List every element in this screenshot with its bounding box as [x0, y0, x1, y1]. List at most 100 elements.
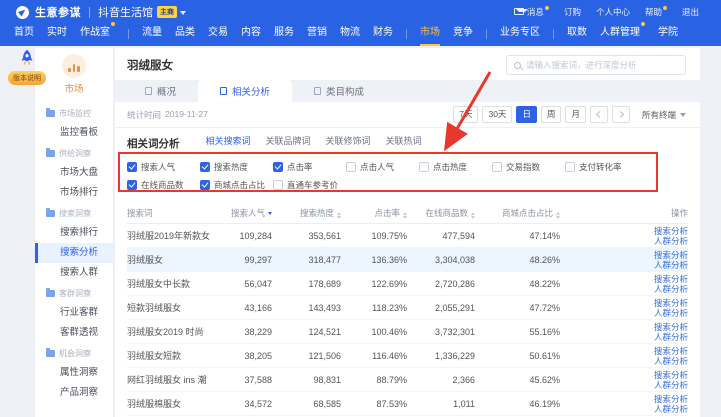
- search-analysis-link[interactable]: 搜索分析: [560, 250, 688, 260]
- search-analysis-link[interactable]: 搜索分析: [560, 346, 688, 356]
- metric-trade-index[interactable]: 交易指数: [492, 161, 565, 173]
- sidebar-item-industry-customers[interactable]: 行业客群: [35, 303, 113, 323]
- crowd-analysis-link[interactable]: 人群分析: [560, 308, 688, 318]
- table-row[interactable]: 羽绒服棉服女 34,572 68,585 87.53% 1,011 46.19%…: [127, 392, 688, 416]
- search-analysis-link[interactable]: 搜索分析: [560, 226, 688, 236]
- logout-link[interactable]: 退出: [682, 6, 699, 18]
- tab-category-composition[interactable]: 类目构成: [292, 80, 386, 102]
- table-row[interactable]: 羽绒服女2019 时尚 38,229 124,521 100.46% 3,732…: [127, 320, 688, 344]
- nav-item-home[interactable]: 首页: [14, 22, 34, 46]
- tab-brand-words[interactable]: 关联品牌词: [266, 132, 311, 154]
- granularity-day-button[interactable]: 日: [516, 106, 537, 123]
- sidebar-item-attribute-insight[interactable]: 属性洞察: [35, 363, 113, 383]
- shop-name[interactable]: 抖音生活馆: [98, 4, 153, 20]
- range-7d-button[interactable]: 7天: [453, 106, 478, 123]
- sidebar-item-market-overview[interactable]: 市场大盘: [35, 163, 113, 183]
- nav-item-market[interactable]: 市场: [420, 22, 440, 46]
- personal-center-link[interactable]: 个人中心: [596, 6, 630, 18]
- nav-item-realtime[interactable]: 实时: [47, 22, 67, 46]
- table-row[interactable]: 羽绒服女短款 38,205 121,506 116.46% 1,336,229 …: [127, 344, 688, 368]
- keyword-search-box[interactable]: [506, 55, 686, 75]
- nav-item-trade[interactable]: 交易: [208, 22, 228, 46]
- tab-hot-words[interactable]: 关联热词: [386, 132, 422, 154]
- nav-item-crowd-management[interactable]: 人群管理: [600, 22, 645, 46]
- tab-modifier-words[interactable]: 关联修饰词: [326, 132, 371, 154]
- metric-click-popularity[interactable]: 点击人气: [346, 161, 419, 173]
- next-date-button[interactable]: [612, 106, 630, 123]
- checkbox-unchecked-icon[interactable]: [346, 162, 356, 172]
- sortable-column-mall-click-share[interactable]: 商城点击占比: [475, 207, 560, 219]
- crowd-analysis-link[interactable]: 人群分析: [560, 356, 688, 366]
- metric-search-popularity[interactable]: 搜索人气: [127, 161, 200, 173]
- nav-item-service[interactable]: 服务: [274, 22, 294, 46]
- tab-related-analysis[interactable]: 相关分析: [198, 80, 292, 102]
- metric-pay-conversion[interactable]: 支付转化率: [565, 161, 638, 173]
- nav-item-business-zone[interactable]: 业务专区: [500, 22, 540, 46]
- chevron-down-icon[interactable]: [180, 11, 186, 15]
- crowd-analysis-link[interactable]: 人群分析: [560, 284, 688, 294]
- nav-item-logistics[interactable]: 物流: [340, 22, 360, 46]
- sortable-column-search-heat[interactable]: 搜索热度: [272, 207, 341, 219]
- tab-overview[interactable]: 概况: [123, 80, 198, 102]
- metric-train-ref-price[interactable]: 直通车参考价: [273, 179, 346, 191]
- checkbox-unchecked-icon[interactable]: [273, 180, 283, 190]
- search-analysis-link[interactable]: 搜索分析: [560, 370, 688, 380]
- sidebar-item-product-insight[interactable]: 产品洞察: [35, 383, 113, 403]
- metric-click-rate[interactable]: 点击率: [273, 161, 346, 173]
- search-input[interactable]: [526, 60, 678, 70]
- table-row[interactable]: 短款羽绒服女 43,166 143,493 118.23% 2,055,291 …: [127, 296, 688, 320]
- nav-item-content[interactable]: 内容: [241, 22, 261, 46]
- crowd-analysis-link[interactable]: 人群分析: [560, 380, 688, 390]
- range-30d-button[interactable]: 30天: [482, 106, 512, 123]
- checkbox-checked-icon[interactable]: [127, 162, 137, 172]
- version-note-badge[interactable]: 版本说明: [8, 71, 46, 85]
- crowd-analysis-link[interactable]: 人群分析: [560, 236, 688, 246]
- sidebar-item-search-ranking[interactable]: 搜索排行: [35, 223, 113, 243]
- tab-related-search-words[interactable]: 相关搜索词: [206, 132, 251, 154]
- granularity-week-button[interactable]: 周: [541, 106, 562, 123]
- nav-item-competition[interactable]: 竞争: [453, 22, 473, 46]
- checkbox-checked-icon[interactable]: [200, 180, 210, 190]
- search-analysis-link[interactable]: 搜索分析: [560, 394, 688, 404]
- sortable-column-online-products[interactable]: 在线商品数: [407, 207, 475, 219]
- metric-search-heat[interactable]: 搜索热度: [200, 161, 273, 173]
- help-link[interactable]: 帮助: [645, 6, 667, 18]
- search-analysis-link[interactable]: 搜索分析: [560, 298, 688, 308]
- prev-date-button[interactable]: [590, 106, 608, 123]
- metric-click-heat[interactable]: 点击热度: [419, 161, 492, 173]
- sortable-column-search-popularity[interactable]: 搜索人气: [212, 207, 272, 219]
- metric-mall-click-share[interactable]: 商城点击占比: [200, 179, 273, 191]
- checkbox-unchecked-icon[interactable]: [419, 162, 429, 172]
- checkbox-unchecked-icon[interactable]: [492, 162, 502, 172]
- crowd-analysis-link[interactable]: 人群分析: [560, 332, 688, 342]
- sidebar-item-customer-perspective[interactable]: 客群透视: [35, 323, 113, 343]
- terminal-filter-dropdown[interactable]: 所有终端: [642, 109, 686, 121]
- subscribe-link[interactable]: 订购: [564, 6, 581, 18]
- sidebar-item-monitor-board[interactable]: 监控看板: [35, 123, 113, 143]
- crowd-analysis-link[interactable]: 人群分析: [560, 404, 688, 414]
- metric-online-products[interactable]: 在线商品数: [127, 179, 200, 191]
- sortable-column-click-rate[interactable]: 点击率: [341, 207, 407, 219]
- nav-item-finance[interactable]: 财务: [373, 22, 393, 46]
- checkbox-checked-icon[interactable]: [273, 162, 283, 172]
- nav-item-marketing[interactable]: 营销: [307, 22, 327, 46]
- table-row[interactable]: 羽绒服2019年新款女 109,284 353,561 109.75% 477,…: [127, 224, 688, 248]
- search-analysis-link[interactable]: 搜索分析: [560, 322, 688, 332]
- table-row[interactable]: 羽绒服女中长款 56,047 178,689 122.69% 2,720,286…: [127, 272, 688, 296]
- checkbox-checked-icon[interactable]: [200, 162, 210, 172]
- sidebar-item-search-crowd[interactable]: 搜索人群: [35, 263, 113, 283]
- messages-link[interactable]: 消息: [514, 6, 549, 18]
- table-row[interactable]: 网红羽绒服女 ins 潮 37,588 98,831 88.79% 2,366 …: [127, 368, 688, 392]
- checkbox-unchecked-icon[interactable]: [565, 162, 575, 172]
- nav-item-academy[interactable]: 学院: [658, 22, 678, 46]
- table-row[interactable]: 羽绒服女 99,297 318,477 136.36% 3,304,038 48…: [127, 248, 688, 272]
- nav-item-data-fetch[interactable]: 取数: [567, 22, 587, 46]
- granularity-month-button[interactable]: 月: [565, 106, 586, 123]
- sidebar-item-market-ranking[interactable]: 市场排行: [35, 183, 113, 203]
- assistant-widget[interactable]: 版本说明: [8, 49, 54, 85]
- crowd-analysis-link[interactable]: 人群分析: [560, 260, 688, 270]
- nav-item-category[interactable]: 品类: [175, 22, 195, 46]
- search-analysis-link[interactable]: 搜索分析: [560, 274, 688, 284]
- nav-item-traffic[interactable]: 流量: [142, 22, 162, 46]
- nav-item-war-room[interactable]: 作战室: [80, 22, 115, 46]
